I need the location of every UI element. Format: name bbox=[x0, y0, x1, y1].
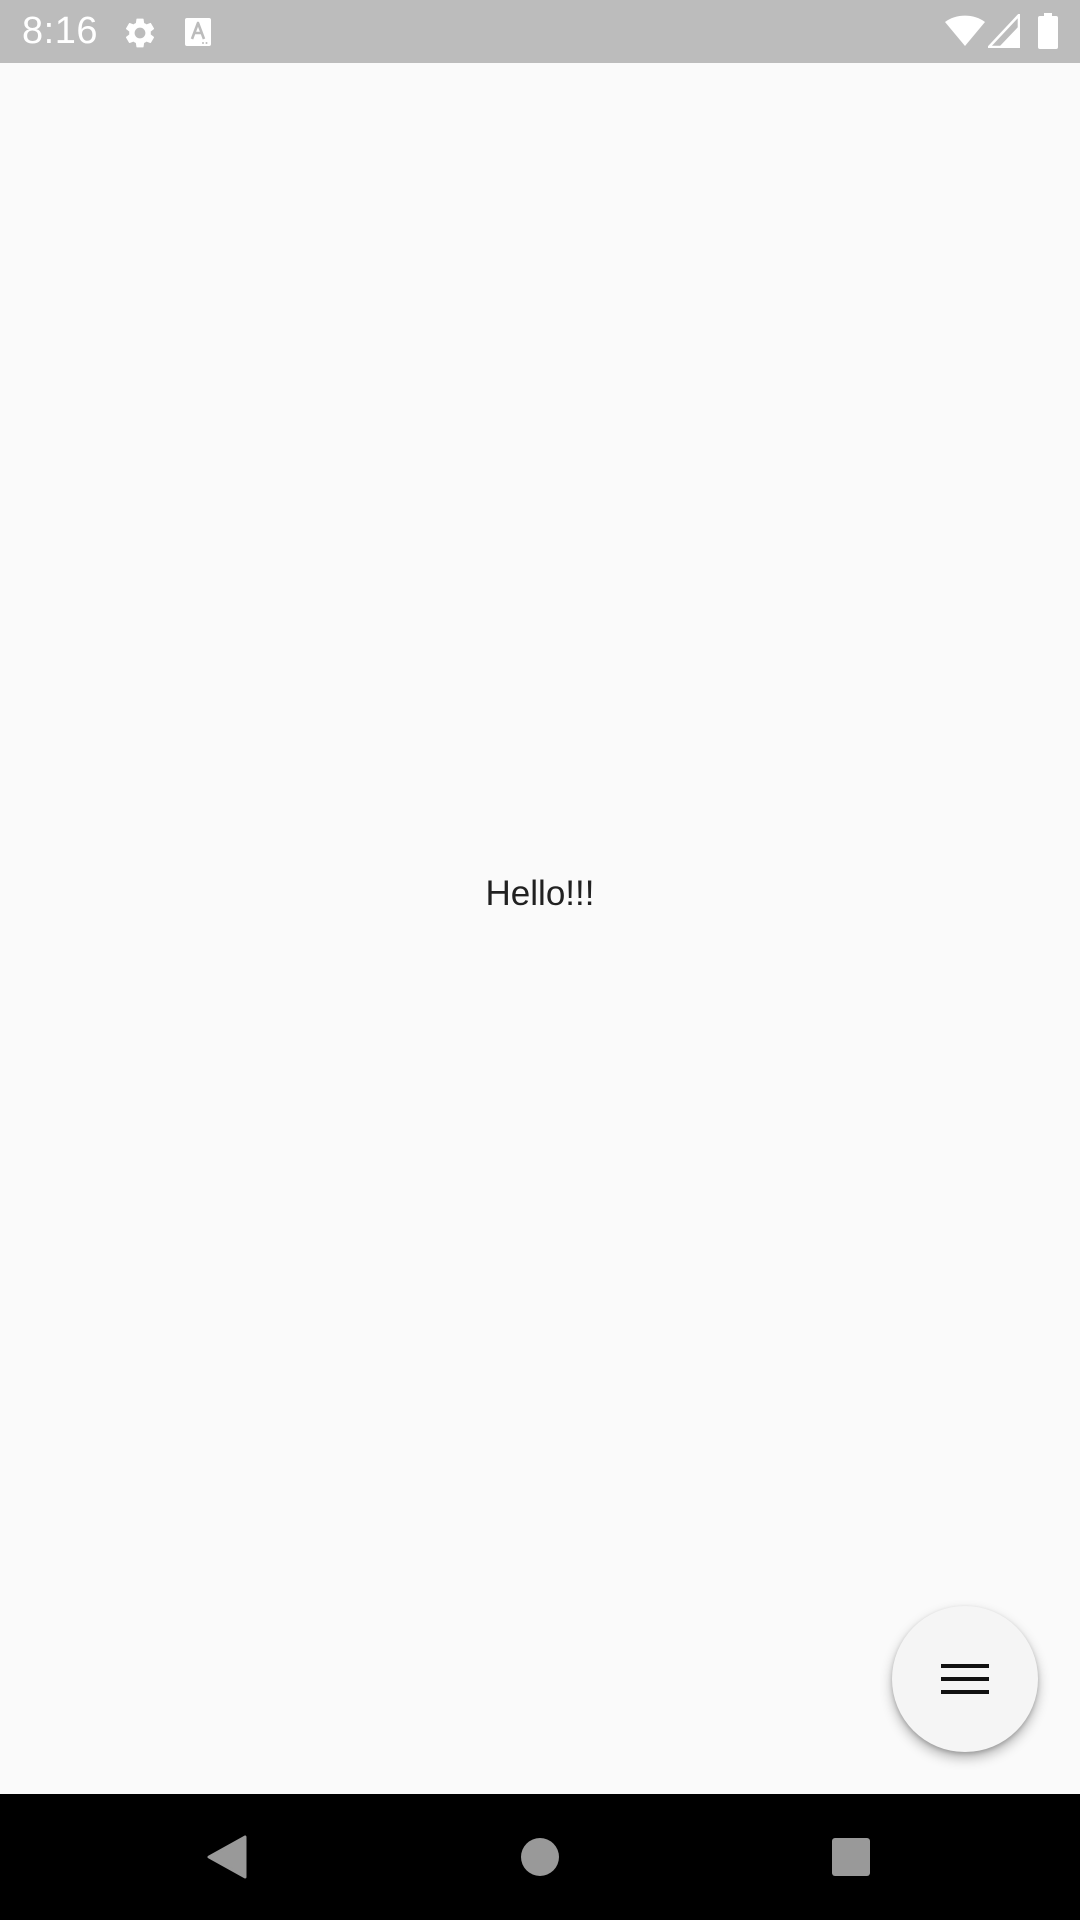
recents-icon bbox=[832, 1838, 870, 1876]
main-content: Hello!!! bbox=[0, 63, 1080, 1794]
greeting-text: Hello!!! bbox=[485, 874, 595, 913]
a-notification-icon bbox=[185, 18, 211, 46]
wifi-icon bbox=[945, 15, 985, 46]
gear-icon bbox=[125, 18, 155, 48]
back-icon bbox=[207, 1835, 247, 1879]
home-button[interactable] bbox=[470, 1794, 610, 1920]
status-bar: 8:16 bbox=[0, 0, 1080, 63]
menu-fab-button[interactable] bbox=[892, 1606, 1038, 1752]
status-time: 8:16 bbox=[22, 10, 98, 52]
navigation-bar bbox=[0, 1794, 1080, 1920]
cell-signal-icon bbox=[988, 14, 1020, 48]
back-button[interactable] bbox=[157, 1794, 297, 1920]
recents-button[interactable] bbox=[781, 1794, 921, 1920]
battery-icon bbox=[1038, 13, 1058, 49]
home-icon bbox=[521, 1838, 559, 1876]
menu-icon bbox=[941, 1664, 989, 1694]
